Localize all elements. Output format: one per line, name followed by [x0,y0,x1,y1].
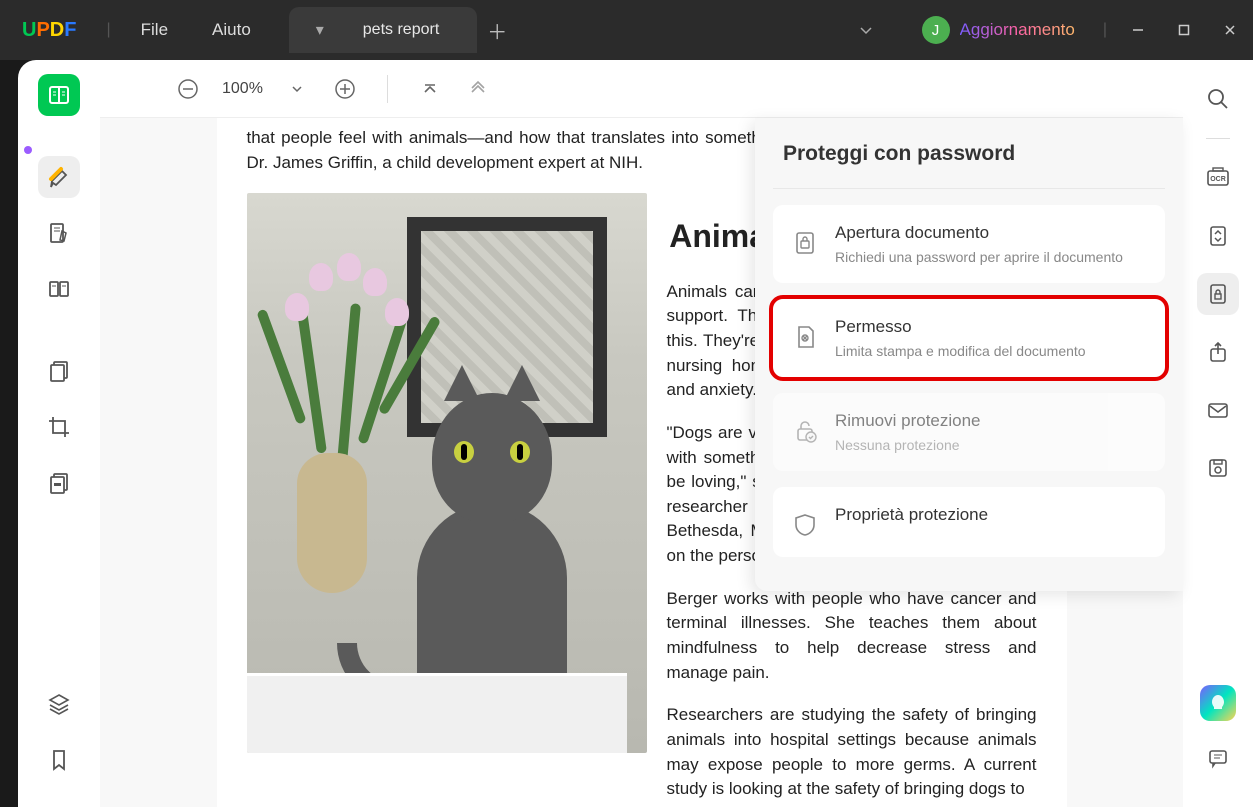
card-subtitle: Limita stampa e modifica del documento [835,343,1147,359]
new-tab-button[interactable]: ＋ [477,16,517,45]
unlock-icon [791,417,819,445]
permission-icon [791,323,819,351]
comments-panel-button[interactable] [1197,737,1239,779]
user-badge[interactable]: J Aggiornamento [902,16,1095,44]
save-button[interactable] [1197,447,1239,489]
card-title: Permesso [835,317,1147,337]
crop-tool-button[interactable] [38,406,80,448]
protect-password-panel: Proteggi con password Apertura documento… [755,118,1183,591]
prev-page-button[interactable] [458,69,498,109]
shield-icon [791,511,819,539]
zoom-level: 100% [216,80,269,98]
page-tools-button[interactable] [38,350,80,392]
paragraph: Researchers are studying the safety of b… [667,703,1037,802]
card-subtitle: Richiedi una password per aprire il docu… [835,249,1147,265]
active-tool-indicator [24,146,32,154]
card-title: Apertura documento [835,223,1147,243]
separator: | [98,21,118,39]
zoom-in-button[interactable] [325,69,365,109]
paragraph: Berger works with people who have cancer… [667,587,1037,686]
avatar: J [922,16,950,44]
right-sidebar: OCR [1183,60,1253,807]
menu-help[interactable]: Aiuto [190,20,273,40]
bookmark-button[interactable] [38,739,80,781]
permission-card[interactable]: Permesso Limita stampa e modifica del do… [773,299,1165,377]
share-button[interactable] [1197,331,1239,373]
redact-tool-button[interactable] [38,462,80,504]
open-document-card[interactable]: Apertura documento Richiedi una password… [773,205,1165,283]
reader-mode-button[interactable] [38,74,80,116]
card-subtitle: Nessuna protezione [835,437,1147,453]
minimize-button[interactable] [1115,0,1161,60]
protect-button[interactable] [1197,273,1239,315]
ai-assistant-button[interactable] [1200,685,1236,721]
card-title: Rimuovi protezione [835,411,1147,431]
document-image-cat [247,193,647,753]
separator: | [1095,21,1115,39]
edit-tool-button[interactable] [38,212,80,254]
zoom-out-button[interactable] [168,69,208,109]
first-page-button[interactable] [410,69,450,109]
left-sidebar [18,60,100,807]
window-menu-dropdown[interactable] [830,22,902,38]
remove-protection-card[interactable]: Rimuovi protezione Nessuna protezione [773,393,1165,471]
menu-file[interactable]: File [119,20,190,40]
document-tab[interactable]: ▾ pets report [289,7,477,53]
view-toolbar: 100% [100,60,1183,118]
svg-text:OCR: OCR [1210,176,1226,183]
layers-button[interactable] [38,683,80,725]
close-button[interactable] [1207,0,1253,60]
convert-button[interactable] [1197,215,1239,257]
email-button[interactable] [1197,389,1239,431]
card-title: Proprietà protezione [835,505,1147,525]
maximize-button[interactable] [1161,0,1207,60]
app-logo: UPDF [0,19,98,42]
zoom-dropdown-button[interactable] [277,69,317,109]
lock-document-icon [791,229,819,257]
tab-dropdown-icon[interactable]: ▾ [307,20,333,40]
panel-title: Proteggi con password [773,118,1165,188]
organize-pages-button[interactable] [38,268,80,310]
tab-title: pets report [343,21,459,39]
search-button[interactable] [1197,78,1239,120]
ocr-button[interactable]: OCR [1197,157,1239,199]
comment-tool-button[interactable] [38,156,80,198]
update-label: Aggiornamento [960,20,1075,40]
protection-properties-card[interactable]: Proprietà protezione [773,487,1165,557]
